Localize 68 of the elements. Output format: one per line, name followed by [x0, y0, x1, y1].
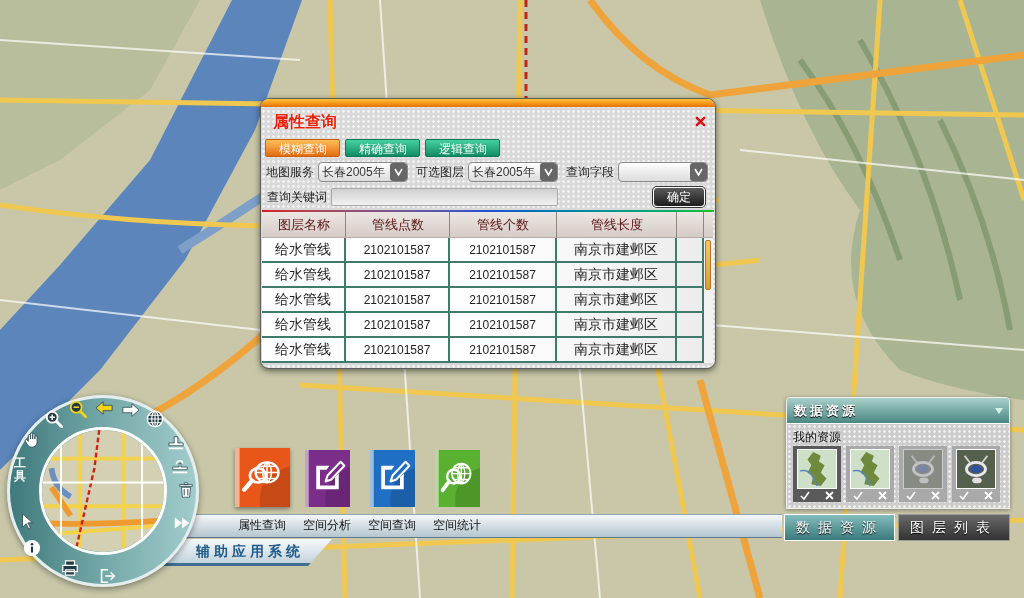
column-header: 管线长度: [557, 212, 677, 237]
scrollbar-thumb[interactable]: [705, 240, 711, 290]
magnifier-globe-icon[interactable]: [234, 448, 290, 507]
dropdown[interactable]: 长春2005年: [468, 162, 558, 182]
table-cell: 给水管线: [262, 338, 346, 361]
stamp-icon[interactable]: [171, 458, 189, 476]
dropdown[interactable]: [618, 162, 708, 182]
panel-title: 数据资源: [794, 401, 858, 420]
table-cell: 南京市建邺区: [557, 238, 677, 261]
table-cell: 2102101587: [450, 288, 557, 311]
table-cell: 2102101587: [450, 263, 557, 286]
field-label: 地图服务: [266, 164, 314, 181]
column-header: 管线点数: [346, 212, 450, 237]
table-cell: 2102101587: [346, 338, 450, 361]
close-icon[interactable]: [695, 116, 706, 127]
field-label: 查询关键词: [267, 189, 327, 206]
table-cell: 2102101587: [346, 263, 450, 286]
table-cell: 南京市建邺区: [557, 313, 677, 336]
tool-ring-label: 工具: [14, 457, 26, 484]
zoom-in-icon[interactable]: [45, 410, 63, 428]
table-cell: 南京市建邺区: [557, 263, 677, 286]
table-cell: 2102101587: [450, 338, 557, 361]
check-icon[interactable]: [853, 491, 863, 500]
table-cell: 2102101587: [346, 288, 450, 311]
table-cell: 南京市建邺区: [557, 288, 677, 311]
globe-icon[interactable]: [146, 410, 164, 428]
hand-icon[interactable]: [23, 431, 41, 449]
printer-icon[interactable]: [61, 559, 79, 577]
table-cell: 2102101587: [346, 313, 450, 336]
tool-label[interactable]: 空间分析: [303, 516, 351, 534]
info-icon[interactable]: [23, 539, 41, 557]
tool-label[interactable]: 空间查询: [368, 516, 416, 534]
table-cell: 给水管线: [262, 288, 346, 311]
left-arrow-icon[interactable]: [95, 399, 113, 417]
table-cell: 2102101587: [450, 238, 557, 261]
table-cell: 给水管线: [262, 238, 346, 261]
document-pencil-icon[interactable]: [304, 450, 350, 507]
trash-icon[interactable]: [177, 481, 195, 499]
dropdown[interactable]: 长春2005年: [318, 162, 408, 182]
tool-label[interactable]: 属性查询: [238, 516, 286, 534]
keyword-field[interactable]: [331, 188, 558, 206]
table-cell: 给水管线: [262, 263, 346, 286]
scrollbar-track[interactable]: [704, 238, 713, 363]
column-header: 图层名称: [262, 212, 346, 237]
field-label: 查询字段: [566, 164, 614, 181]
dialog-title: 属性查询: [273, 111, 337, 132]
magnifier-globe-icon[interactable]: [434, 450, 480, 507]
table-cell: 2102101587: [346, 238, 450, 261]
table-cell: 给水管线: [262, 313, 346, 336]
confirm-button[interactable]: 确定: [653, 187, 705, 207]
resource-thumbnail[interactable]: [793, 446, 841, 502]
resource-thumbnail[interactable]: [952, 446, 1000, 502]
check-icon[interactable]: [800, 491, 810, 500]
resource-thumbnail[interactable]: [846, 446, 894, 502]
zoom-out-icon[interactable]: [69, 400, 87, 418]
right-arrow-icon[interactable]: [122, 401, 140, 419]
table-cell: 南京市建邺区: [557, 338, 677, 361]
document-pencil-icon[interactable]: [369, 450, 415, 507]
stamp-icon[interactable]: [167, 434, 185, 452]
section-label: 我的资源: [793, 430, 842, 444]
column-header: 管线个数: [450, 212, 557, 237]
table-cell: 2102101587: [450, 313, 557, 336]
field-label: 可选图层: [416, 164, 464, 181]
panel-tab[interactable]: 图层列表: [898, 514, 1010, 541]
system-title: 辅助应用系统: [196, 541, 304, 561]
exit-icon[interactable]: [98, 567, 116, 585]
check-icon[interactable]: [959, 491, 969, 500]
tool-label[interactable]: 空间统计: [433, 516, 481, 534]
